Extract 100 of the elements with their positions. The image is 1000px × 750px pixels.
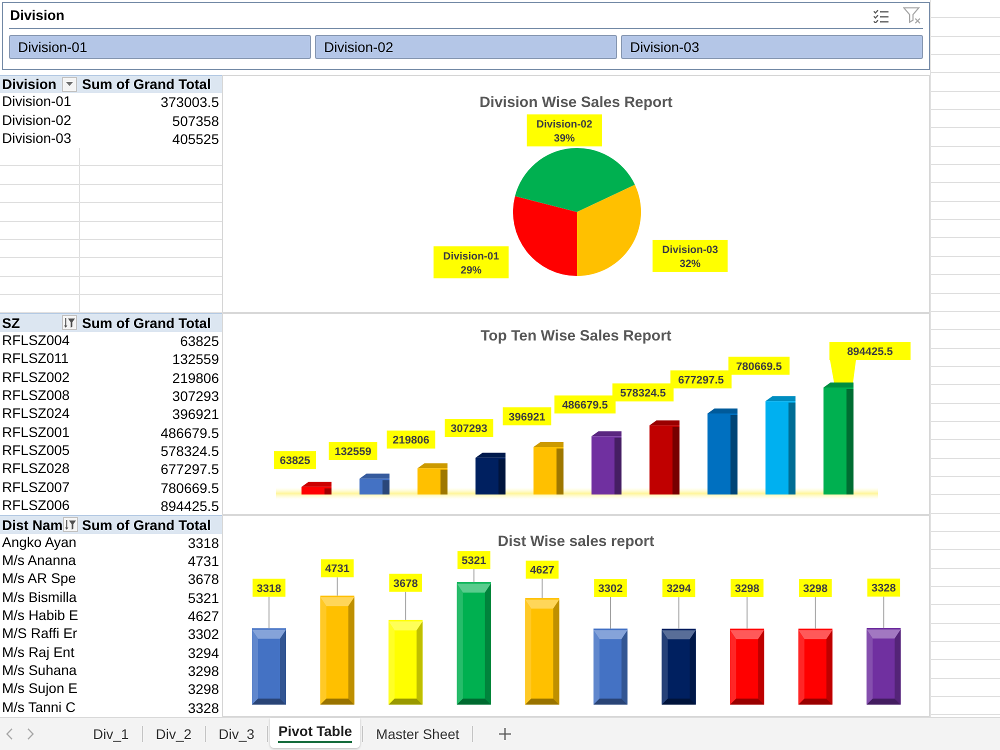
leader-line — [542, 578, 543, 599]
plus-icon[interactable] — [499, 728, 512, 740]
chart-title: Division Wise Sales Report — [479, 94, 673, 111]
data-label: 39% — [554, 133, 576, 144]
leader-line — [473, 568, 474, 583]
data-label: 3298 — [799, 579, 832, 598]
leader-line — [268, 596, 270, 629]
row-label: Division-02 — [2, 112, 72, 128]
leader-line — [746, 596, 748, 630]
data-label: 578324.5 — [612, 384, 674, 402]
top-shading — [534, 442, 564, 448]
sheet-tab[interactable]: Div_3 — [208, 719, 266, 749]
top-shading — [418, 464, 448, 468]
data-label: 3302 — [598, 583, 623, 596]
row-value: 3318 — [188, 536, 219, 550]
row-label: Angko Ayan — [2, 534, 76, 550]
side-shading — [382, 480, 390, 495]
row-value: 578324.5 — [160, 444, 219, 458]
data-label: 63825 — [274, 451, 316, 470]
top-shading — [302, 482, 332, 488]
data-label: 219806 — [386, 430, 436, 449]
row-label: RFLSZ004 — [2, 332, 70, 348]
filter-button[interactable] — [62, 315, 77, 330]
column-header: Sum of Grand Total — [82, 316, 211, 330]
data-label: 578324.5 — [620, 388, 666, 400]
data-label: 3298 — [730, 579, 764, 598]
side-shading — [324, 488, 332, 495]
data-label: 677297.5 — [678, 374, 724, 387]
slicer-item[interactable]: Division-02 — [315, 35, 617, 59]
row-label: M/S Raffi Er — [2, 625, 78, 642]
row-value: 3302 — [188, 627, 219, 642]
slicer-item[interactable]: Division-03 — [621, 35, 923, 59]
row-value: 373003.5 — [160, 95, 219, 110]
data-label: 3678 — [393, 578, 418, 590]
sheet-tab[interactable]: Master Sheet — [365, 719, 470, 749]
sheet-tab[interactable]: Pivot Table — [270, 718, 360, 748]
leader-line — [405, 591, 406, 621]
data-label: 219806 — [392, 434, 430, 447]
data-label: 4731 — [325, 563, 350, 576]
row-label: M/s Habib E — [2, 607, 78, 624]
data-label: 894425.5 — [829, 342, 911, 360]
row-value: 307293 — [172, 388, 219, 403]
row-value: 219806 — [172, 370, 219, 385]
checklist-icon[interactable] — [873, 8, 889, 22]
row-value: 3294 — [188, 646, 219, 660]
data-label: 3318 — [252, 578, 286, 597]
filter-icon — [64, 318, 75, 328]
row-label: RFLSZ002 — [2, 368, 70, 385]
slice-label: Division-01 — [443, 251, 500, 262]
slice-label: Division-02 — [536, 119, 593, 130]
row-value: 5321 — [188, 590, 219, 605]
row-value: 3298 — [188, 664, 219, 678]
data-label: 3318 — [256, 582, 282, 595]
data-label: 780669.5 — [728, 357, 790, 376]
row-value: 486679.5 — [160, 426, 219, 440]
data-label: 894425.5 — [847, 346, 893, 358]
data-label: 3328 — [867, 578, 900, 597]
data-label: 29% — [460, 265, 482, 276]
slicer-title: Division — [9, 6, 64, 25]
leader-line — [336, 576, 338, 596]
row-label: RFLSZ011 — [2, 350, 69, 366]
row-label: Division-03 — [2, 130, 72, 146]
column-header: Dist Nam — [2, 518, 63, 532]
row-label: M/s Suhana — [2, 662, 77, 678]
top-shading — [592, 432, 622, 437]
row-label: M/s Raj Ent — [2, 644, 74, 660]
dropdown-button[interactable] — [62, 76, 77, 92]
slicer-item[interactable]: Division-01 — [9, 35, 311, 59]
side-shading — [556, 448, 564, 495]
data-label: 396921 — [502, 408, 552, 426]
data-label: 307293 — [444, 419, 494, 438]
filter-icon — [64, 520, 76, 530]
data-label: Division-02 39% — [526, 114, 602, 146]
top-shading — [476, 453, 506, 458]
data-label: 780669.5 — [736, 361, 782, 374]
sheet-tab[interactable]: Div_1 — [82, 719, 140, 749]
data-label: 3294 — [666, 583, 692, 596]
data-label: 63825 — [280, 455, 310, 468]
sheet-tab[interactable]: Div_2 — [144, 719, 203, 749]
data-label: 3302 — [594, 579, 627, 598]
data-label: 4731 — [320, 559, 354, 578]
row-label: Division-01 — [2, 93, 72, 110]
row-label: RFLSZ005 — [2, 442, 70, 458]
row-value: 780669.5 — [160, 480, 219, 495]
data-label: 396921 — [508, 412, 546, 424]
data-label: 307293 — [450, 423, 488, 436]
top-shading — [650, 420, 680, 426]
data-label: 486679.5 — [562, 400, 608, 412]
row-value: 3678 — [188, 572, 219, 586]
data-label: 32% — [680, 258, 702, 270]
top-shading — [824, 382, 854, 388]
side-shading — [614, 438, 622, 495]
side-shading — [498, 460, 506, 495]
filter-button[interactable] — [62, 517, 78, 532]
row-value: 132559 — [172, 352, 219, 366]
data-label: 3294 — [662, 579, 696, 598]
row-label: RFLSZ001 — [2, 424, 70, 440]
row-label: RFLSZ028 — [2, 460, 70, 476]
row-label: M/s AR Spe — [2, 570, 76, 586]
data-label: Division-01 29% — [434, 246, 509, 278]
